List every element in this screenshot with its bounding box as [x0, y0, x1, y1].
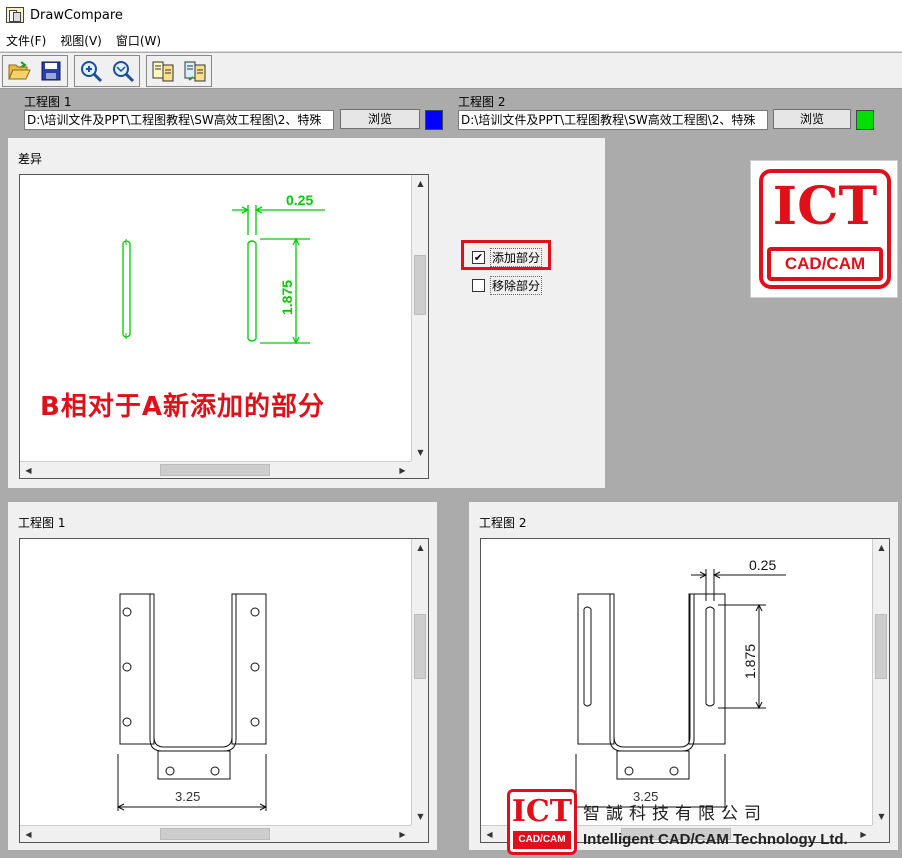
scroll-corner	[411, 461, 428, 478]
compare-icon	[152, 61, 174, 81]
drawing1-browse-button[interactable]: 浏览	[340, 109, 420, 129]
zoom-tools	[74, 54, 140, 87]
menu-window[interactable]: 窗口(W)	[116, 32, 161, 49]
removed-checkbox[interactable]	[472, 279, 485, 292]
footer-cadcam-text: CAD/CAM	[513, 831, 571, 849]
diff-annotation: B相对于A新添加的部分	[40, 392, 325, 422]
save-icon	[41, 61, 61, 80]
file-tools	[2, 54, 68, 87]
drawing2-panel-title: 工程图 2	[479, 516, 527, 530]
drawing2-vscroll-thumb[interactable]	[875, 614, 887, 679]
drawing1-hscroll-thumb[interactable]	[160, 828, 270, 840]
menu-file[interactable]: 文件(F)	[6, 32, 46, 49]
diff-panel-title: 差异	[18, 152, 43, 166]
scroll-up-arrow-icon[interactable]: ▲	[873, 539, 889, 556]
save-button[interactable]	[35, 56, 67, 86]
diff-vscroll[interactable]: ▲ ▼	[411, 175, 428, 461]
scroll-right-arrow-icon[interactable]: ▶	[394, 462, 411, 478]
diff-dim-horizontal: 0.25	[286, 192, 313, 208]
drawing1-hscroll[interactable]: ◀ ▶	[20, 825, 411, 842]
scroll-left-arrow-icon[interactable]: ◀	[20, 826, 37, 842]
zoom-in-button[interactable]	[75, 56, 107, 86]
drawing2-color-swatch[interactable]	[856, 110, 874, 130]
zoom-fit-button[interactable]	[107, 56, 139, 86]
drawing1-color-swatch[interactable]	[425, 110, 443, 130]
drawing1-vscroll[interactable]: ▲ ▼	[411, 539, 428, 825]
ict-logo-cadcam: CAD/CAM	[771, 251, 879, 277]
compare-tools	[146, 54, 212, 87]
app-icon	[6, 7, 24, 23]
menu-bar: 文件(F) 视图(V) 窗口(W)	[0, 30, 902, 52]
diff-panel: 差异 0.25 1.875 ▲ ▼ ◀ ▶ B相对于A新添加的部分	[8, 138, 605, 488]
drawing1-dim-width: 3.25	[175, 789, 200, 804]
compare-button[interactable]	[147, 56, 179, 86]
footer-company-en: Intelligent CAD/CAM Technology Ltd.	[583, 831, 848, 848]
footer-watermark: ICT CAD/CAM 智誠科技有限公司 Intelligent CAD/CAM…	[507, 789, 902, 858]
diff-vscroll-thumb[interactable]	[414, 255, 426, 315]
scroll-left-arrow-icon[interactable]: ◀	[20, 462, 37, 478]
drawing1-path-field[interactable]: D:\培训文件及PPT\工程图教程\SW高效工程图\2、特殊	[24, 110, 334, 130]
diff-hscroll[interactable]: ◀ ▶	[20, 461, 411, 478]
drawing1-drawing: 3.25	[116, 593, 268, 811]
scroll-right-arrow-icon[interactable]: ▶	[394, 826, 411, 842]
compare-swap-button[interactable]	[179, 56, 211, 86]
zoom-in-icon	[81, 60, 103, 82]
drawing2-dim-vertical: 1.875	[742, 644, 758, 679]
open-button[interactable]	[3, 56, 35, 86]
diff-view[interactable]: 0.25 1.875 ▲ ▼ ◀ ▶	[19, 174, 429, 479]
ict-logo-text: ICT	[772, 176, 878, 237]
open-folder-icon	[8, 60, 31, 79]
zoom-fit-icon	[113, 60, 135, 82]
added-checkbox-row[interactable]: ✔ 添加部分	[472, 248, 543, 267]
title-bar: DrawCompare	[0, 0, 902, 30]
drawing2-browse-button[interactable]: 浏览	[773, 109, 851, 129]
footer-ict-text: ICT	[511, 794, 573, 829]
added-checkbox[interactable]: ✔	[472, 251, 485, 264]
added-checkbox-label[interactable]: 添加部分	[490, 248, 543, 267]
scroll-corner	[411, 825, 428, 842]
scroll-down-arrow-icon[interactable]: ▼	[412, 808, 428, 825]
drawing2-dim-horizontal: 0.25	[749, 557, 776, 573]
drawing1-panel-title: 工程图 1	[18, 516, 66, 530]
drawing1-vscroll-thumb[interactable]	[414, 614, 426, 679]
scroll-left-arrow-icon[interactable]: ◀	[481, 826, 498, 842]
scroll-up-arrow-icon[interactable]: ▲	[412, 539, 428, 556]
diff-hscroll-thumb[interactable]	[160, 464, 270, 476]
removed-checkbox-label[interactable]: 移除部分	[490, 276, 543, 295]
drawing2-label: 工程图 2	[458, 95, 506, 109]
ict-logo: ICT CAD/CAM	[750, 160, 898, 298]
drawing1-view[interactable]: 3.25 ▲ ▼ ◀ ▶	[19, 538, 429, 843]
window-title: DrawCompare	[30, 7, 123, 23]
footer-company-cn: 智誠科技有限公司	[583, 804, 767, 824]
drawing2-vscroll[interactable]: ▲ ▼	[872, 539, 889, 825]
diff-dim-vertical: 1.875	[279, 280, 295, 315]
drawing2-path-field[interactable]: D:\培训文件及PPT\工程图教程\SW高效工程图\2、特殊	[458, 110, 768, 130]
scroll-up-arrow-icon[interactable]: ▲	[412, 175, 428, 192]
menu-view[interactable]: 视图(V)	[60, 32, 102, 49]
footer-ict-logo: ICT CAD/CAM	[507, 789, 577, 855]
compare-swap-icon	[184, 61, 206, 81]
drawing1-label: 工程图 1	[24, 95, 72, 109]
removed-checkbox-row[interactable]: 移除部分	[472, 276, 543, 295]
drawing1-panel: 工程图 1 3.25 ▲ ▼ ◀ ▶	[8, 502, 437, 850]
scroll-down-arrow-icon[interactable]: ▼	[412, 444, 428, 461]
toolbar	[0, 53, 902, 89]
drawing2-drawing: 0.25 1.875 3.25	[575, 557, 786, 811]
